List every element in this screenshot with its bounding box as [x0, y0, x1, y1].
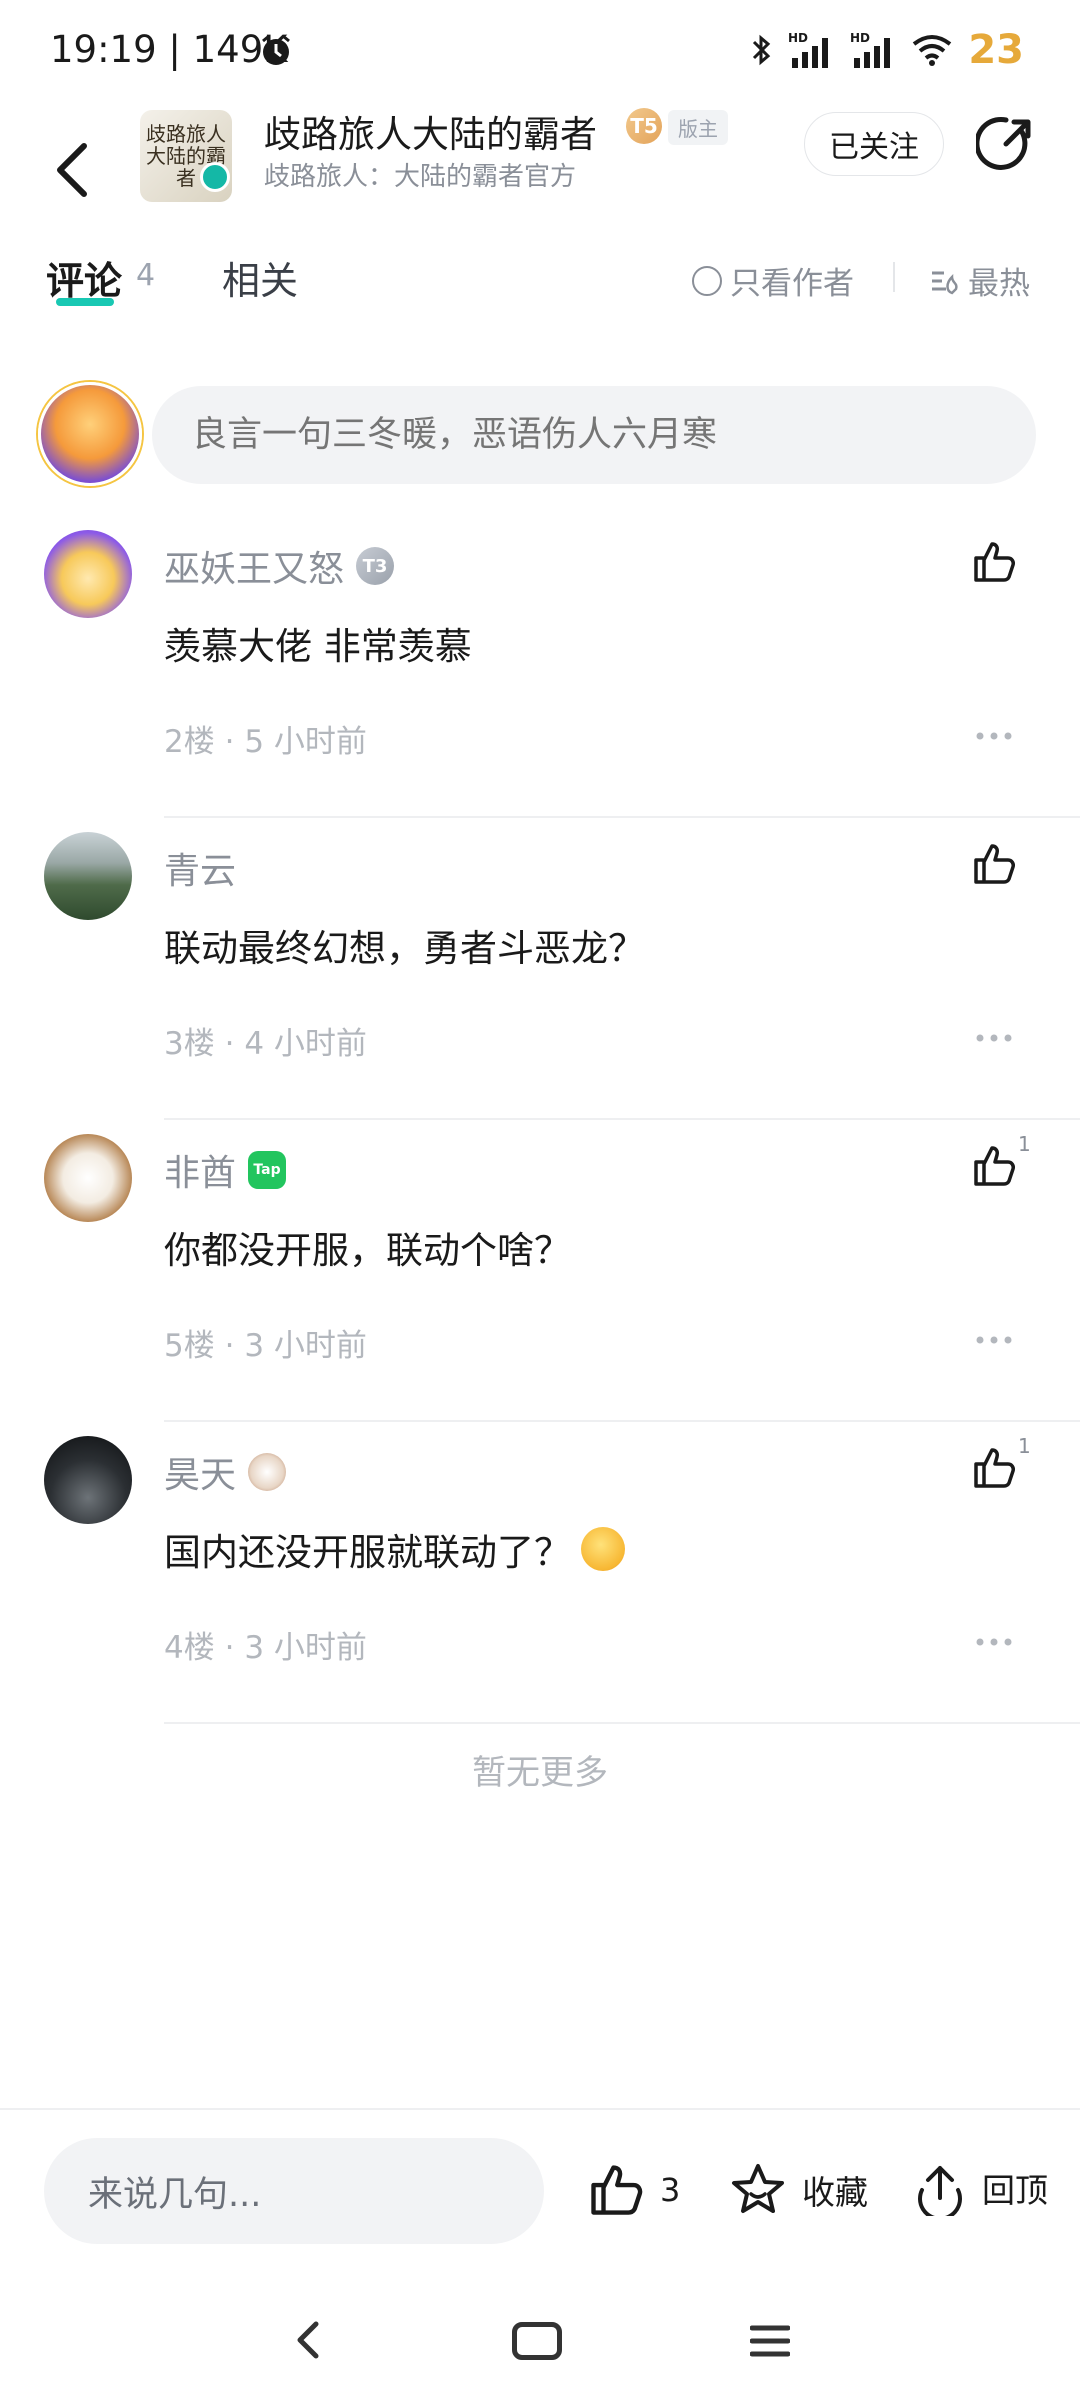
- comment-tabs: 评论 4 相关 只看作者 最热: [0, 240, 1080, 330]
- user-avatar[interactable]: [44, 832, 132, 920]
- more-icon[interactable]: [974, 1330, 1014, 1350]
- back-to-top-label: 回顶: [982, 2171, 1048, 2210]
- tab-active-indicator: [56, 298, 114, 306]
- share-icon[interactable]: [976, 114, 1036, 174]
- signal-icon-2: HD: [850, 31, 891, 68]
- radio-icon: [692, 265, 722, 296]
- forum-subtitle: 歧路旅人：大陆的霸者官方: [264, 162, 577, 192]
- author-only-label: 只看作者: [730, 266, 854, 302]
- no-more-label: 暂无更多: [472, 1753, 608, 1793]
- like-count: 1: [1018, 1434, 1031, 1458]
- comment-item: 非酋 Tap 你都没开服，联动个啥？ 5楼 · 3 小时前 1: [0, 1124, 1080, 1426]
- status-time: 19:19 | 149K: [50, 28, 288, 71]
- back-to-top-button[interactable]: 回顶: [912, 2160, 1048, 2216]
- user-name-text: 巫妖王又怒: [164, 549, 345, 590]
- user-name-text: 昊天: [164, 1455, 237, 1496]
- user-name[interactable]: 巫妖王又怒 T3: [164, 540, 395, 592]
- favorite-label: 收藏: [802, 2173, 868, 2212]
- like-icon[interactable]: [970, 840, 1018, 888]
- comment-item: 巫妖王又怒 T3 羡慕大佬 非常羡慕 2楼 · 5 小时前: [0, 520, 1080, 822]
- sort-button[interactable]: 最热: [928, 258, 1030, 303]
- cat-emoji-icon: [248, 1453, 287, 1491]
- comment-text: 联动最终幻想，勇者斗恶龙？: [164, 927, 645, 970]
- comment-meta: 4楼 · 3 小时前: [164, 1630, 367, 1666]
- user-name[interactable]: 昊天: [164, 1446, 287, 1498]
- thinking-emoji-icon: [581, 1527, 625, 1571]
- follow-button[interactable]: 已关注: [804, 112, 944, 176]
- like-icon[interactable]: [970, 1444, 1018, 1492]
- sort-icon: [932, 271, 958, 294]
- comment-divider: [164, 1420, 1080, 1422]
- tab-comments[interactable]: 评论: [46, 250, 122, 305]
- wifi-icon: [913, 35, 952, 66]
- like-icon[interactable]: [970, 1142, 1018, 1190]
- comment-divider: [164, 1722, 1080, 1724]
- tab-divider: [893, 262, 895, 292]
- level-badge: T5: [626, 108, 662, 144]
- nav-home-icon[interactable]: [512, 2322, 562, 2360]
- signal-icon-1: HD: [788, 31, 829, 68]
- like-count: 3: [660, 2171, 681, 2209]
- comment-text: 国内还没开服就联动了？: [164, 1522, 625, 1576]
- star-icon: [732, 2164, 784, 2213]
- nav-back-icon[interactable]: [292, 2318, 322, 2362]
- verified-icon: [200, 162, 230, 192]
- comment-divider: [164, 1118, 1080, 1120]
- status-bar: 19:19 | 149K HD HD 23: [0, 0, 1080, 100]
- more-icon[interactable]: [974, 1632, 1014, 1652]
- comment-meta: 2楼 · 5 小时前: [164, 724, 367, 760]
- like-icon[interactable]: [970, 538, 1018, 586]
- nav-menu-icon[interactable]: [750, 2324, 790, 2358]
- comment-input[interactable]: [152, 386, 1036, 484]
- thumbs-up-icon: [591, 2165, 643, 2215]
- forum-header: 歧路旅人 大陆的霸者 歧路旅人大陆的霸者 T5 版主 歧路旅人：大陆的霸者官方 …: [0, 100, 1080, 250]
- comment-divider: [164, 816, 1080, 818]
- tab-related[interactable]: 相关: [222, 250, 298, 305]
- alarm-icon: [262, 34, 290, 65]
- network-type-label-2: HD: [850, 31, 870, 45]
- comment-count: 4: [136, 258, 156, 293]
- owner-tag: 版主: [668, 110, 728, 145]
- sort-label: 最热: [968, 266, 1030, 302]
- comment-text: 你都没开服，联动个啥？: [164, 1229, 571, 1272]
- bluetooth-icon: [753, 34, 771, 66]
- like-button[interactable]: 3: [586, 2160, 680, 2220]
- my-avatar[interactable]: [38, 382, 142, 486]
- more-icon[interactable]: [974, 726, 1014, 746]
- reply-input[interactable]: 来说几句...: [44, 2138, 544, 2244]
- more-icon[interactable]: [974, 1028, 1014, 1048]
- forum-title[interactable]: 歧路旅人大陆的霸者: [264, 104, 597, 158]
- like-count: 1: [1018, 1132, 1031, 1156]
- user-name[interactable]: 青云: [164, 842, 236, 894]
- author-only-toggle[interactable]: 只看作者: [692, 258, 854, 303]
- upload-icon: [918, 2166, 962, 2216]
- user-avatar[interactable]: [44, 1436, 132, 1524]
- user-avatar[interactable]: [44, 530, 132, 618]
- system-nav-bar: [0, 2278, 1080, 2400]
- level-badge: T3: [356, 547, 395, 585]
- user-name[interactable]: 非酋 Tap: [164, 1144, 287, 1196]
- bottom-action-bar: 来说几句... 3 收藏 回顶: [0, 2108, 1080, 2278]
- user-name-text: 青云: [164, 851, 237, 892]
- favorite-button[interactable]: 收藏: [728, 2160, 868, 2220]
- comment-item: 青云 联动最终幻想，勇者斗恶龙？ 3楼 · 4 小时前: [0, 822, 1080, 1124]
- user-name-text: 非酋: [164, 1153, 237, 1194]
- tap-badge: Tap: [248, 1151, 287, 1189]
- comment-text: 羡慕大佬 非常羡慕: [164, 625, 472, 668]
- user-avatar[interactable]: [44, 1134, 132, 1222]
- comment-meta: 3楼 · 4 小时前: [164, 1026, 367, 1062]
- network-type-label: HD: [788, 31, 808, 45]
- comment-meta: 5楼 · 3 小时前: [164, 1328, 367, 1364]
- back-icon[interactable]: [50, 140, 94, 200]
- comment-item: 昊天 国内还没开服就联动了？ 4楼 · 3 小时前 1: [0, 1426, 1080, 1728]
- status-icons: HD HD 23: [750, 26, 1024, 74]
- battery-level: 23: [968, 27, 1024, 73]
